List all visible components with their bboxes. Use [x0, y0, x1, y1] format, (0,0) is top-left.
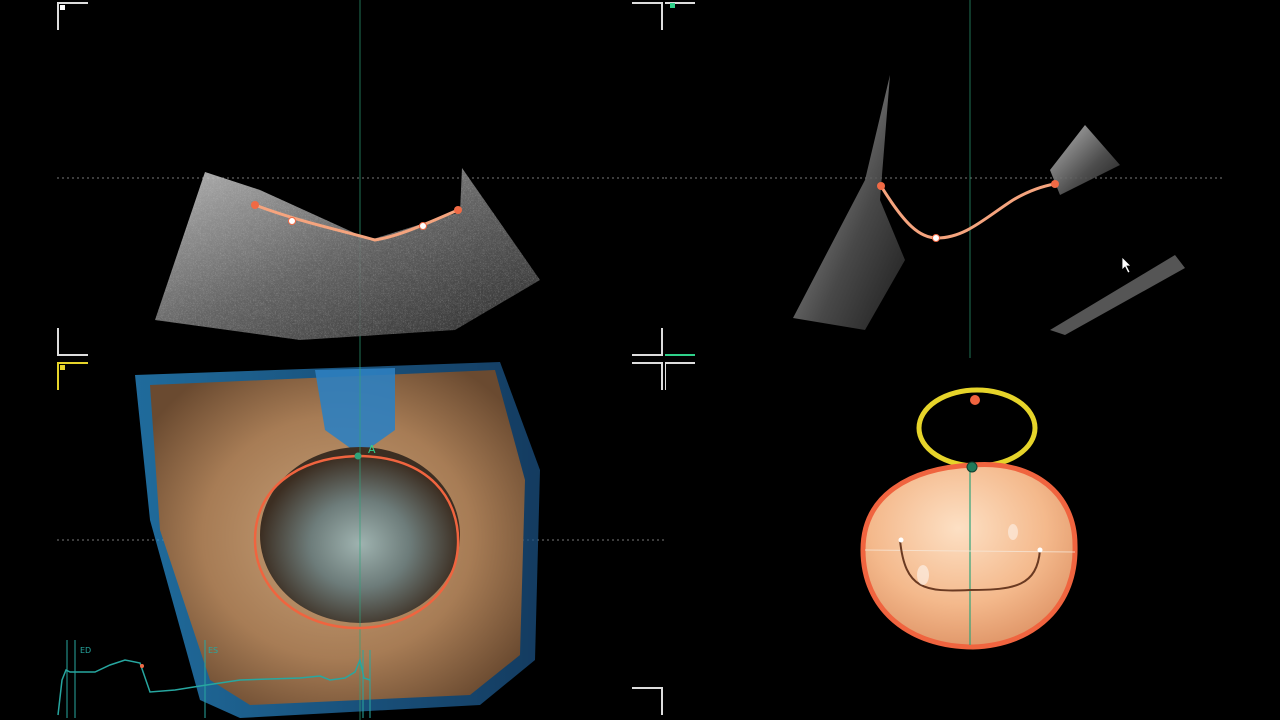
corner-bracket — [632, 687, 663, 715]
annulus-point[interactable] — [454, 206, 462, 214]
view-color-marker — [60, 365, 65, 370]
anterior-marker[interactable] — [354, 452, 362, 460]
commissure-point[interactable] — [1037, 547, 1043, 553]
annulus-trace-2[interactable] — [879, 182, 1056, 240]
annulus-point[interactable] — [251, 201, 259, 209]
ultrasound-sector — [793, 75, 905, 330]
corner-bracket — [57, 328, 88, 356]
aortic-ring-marker[interactable] — [970, 395, 980, 405]
echo-plane-1 — [57, 0, 665, 360]
annulus-point[interactable] — [419, 222, 427, 230]
corner-bracket — [632, 328, 663, 356]
ecg-marker — [140, 664, 144, 668]
corner-bracket — [632, 2, 663, 30]
view-top-left-plane[interactable] — [0, 0, 665, 360]
ecg-es-label: ES — [208, 646, 218, 655]
annulus-point[interactable] — [1051, 180, 1059, 188]
view-top-right-plane[interactable] — [665, 0, 1280, 360]
anterior-marker-label: A — [368, 443, 376, 456]
corner-bracket — [632, 362, 663, 390]
echo-plane-2 — [665, 0, 1225, 358]
ecg-ed-label: ED — [80, 646, 91, 655]
valve-model — [665, 362, 1078, 650]
view-3d-volume[interactable]: A ED ES — [0, 360, 665, 720]
annulus-point[interactable] — [932, 234, 940, 242]
commissure-point[interactable] — [898, 537, 904, 543]
annulus-point[interactable] — [288, 217, 296, 225]
view-3d-model[interactable] — [665, 360, 1280, 720]
anterior-point[interactable] — [966, 461, 978, 473]
mouse-pointer-icon — [1121, 256, 1132, 274]
mitral-annulus-model[interactable] — [860, 462, 1078, 650]
volume-render: A ED ES — [57, 360, 665, 720]
view-color-marker — [60, 5, 65, 10]
annulus-point[interactable] — [877, 182, 885, 190]
view-color-marker — [670, 3, 675, 8]
